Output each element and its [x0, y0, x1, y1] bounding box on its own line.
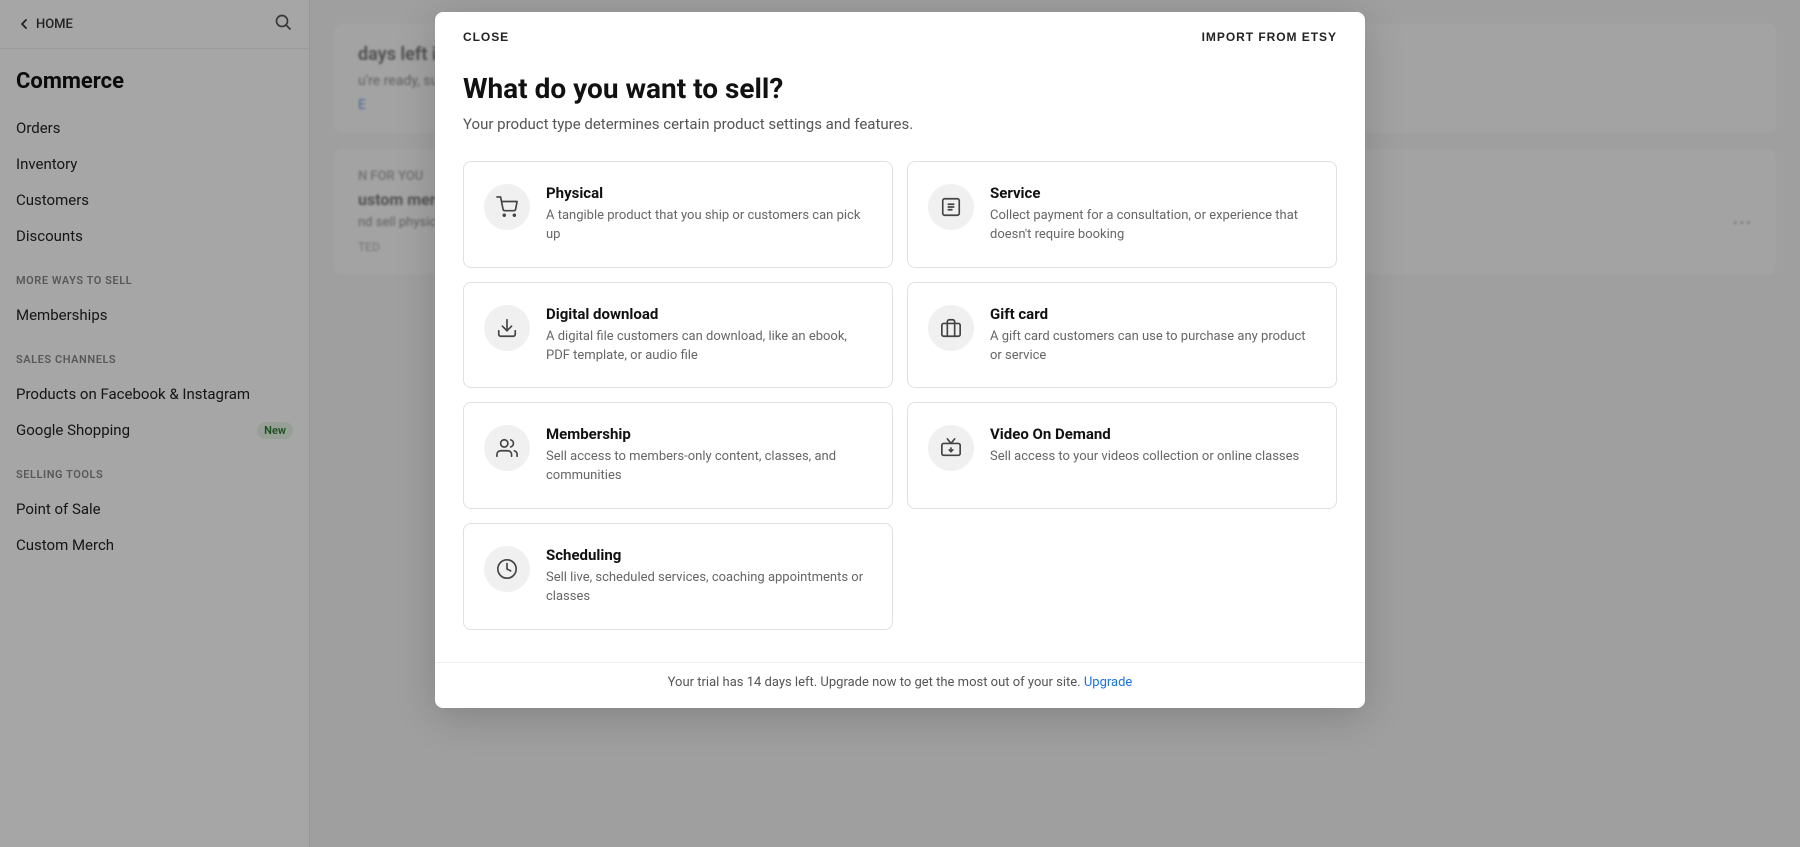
- upgrade-link[interactable]: Upgrade: [1084, 675, 1132, 690]
- gift-card-title: Gift card: [990, 305, 1316, 323]
- membership-title: Membership: [546, 425, 872, 443]
- product-card-digital[interactable]: Digital download A digital file customer…: [463, 282, 893, 389]
- scheduling-title: Scheduling: [546, 546, 872, 564]
- digital-title: Digital download: [546, 305, 872, 323]
- service-icon: [928, 184, 974, 230]
- product-card-scheduling[interactable]: Scheduling Sell live, scheduled services…: [463, 523, 893, 630]
- membership-icon: [484, 425, 530, 471]
- scheduling-text: Scheduling Sell live, scheduled services…: [546, 546, 872, 607]
- scheduling-desc: Sell live, scheduled services, coaching …: [546, 569, 872, 607]
- gift-card-text: Gift card A gift card customers can use …: [990, 305, 1316, 366]
- modal-overlay: CLOSE IMPORT FROM ETSY What do you want …: [0, 0, 1800, 847]
- product-card-service[interactable]: Service Collect payment for a consultati…: [907, 161, 1337, 268]
- physical-desc: A tangible product that you ship or cust…: [546, 207, 872, 245]
- modal-footer: Your trial has 14 days left. Upgrade now…: [435, 662, 1365, 708]
- vod-icon: [928, 425, 974, 471]
- gift-card-icon: [928, 305, 974, 351]
- digital-desc: A digital file customers can download, l…: [546, 328, 872, 366]
- service-title: Service: [990, 184, 1316, 202]
- import-etsy-button[interactable]: IMPORT FROM ETSY: [1202, 30, 1337, 44]
- digital-text: Digital download A digital file customer…: [546, 305, 872, 366]
- modal-subtitle: Your product type determines certain pro…: [463, 115, 1337, 133]
- physical-text: Physical A tangible product that you shi…: [546, 184, 872, 245]
- modal-header: CLOSE IMPORT FROM ETSY: [435, 12, 1365, 44]
- membership-text: Membership Sell access to members-only c…: [546, 425, 872, 486]
- service-desc: Collect payment for a consultation, or e…: [990, 207, 1316, 245]
- product-card-physical[interactable]: Physical A tangible product that you shi…: [463, 161, 893, 268]
- vod-text: Video On Demand Sell access to your vide…: [990, 425, 1299, 467]
- service-text: Service Collect payment for a consultati…: [990, 184, 1316, 245]
- modal-title: What do you want to sell?: [463, 72, 1337, 105]
- product-type-grid: Physical A tangible product that you shi…: [463, 161, 1337, 630]
- product-card-vod[interactable]: Video On Demand Sell access to your vide…: [907, 402, 1337, 509]
- membership-desc: Sell access to members-only content, cla…: [546, 448, 872, 486]
- physical-icon: [484, 184, 530, 230]
- footer-text: Your trial has 14 days left. Upgrade now…: [668, 675, 1081, 690]
- gift-card-desc: A gift card customers can use to purchas…: [990, 328, 1316, 366]
- close-button[interactable]: CLOSE: [463, 30, 509, 44]
- product-card-gift-card[interactable]: Gift card A gift card customers can use …: [907, 282, 1337, 389]
- modal-body: What do you want to sell? Your product t…: [435, 44, 1365, 662]
- vod-desc: Sell access to your videos collection or…: [990, 448, 1299, 467]
- scheduling-icon: [484, 546, 530, 592]
- product-card-membership[interactable]: Membership Sell access to members-only c…: [463, 402, 893, 509]
- physical-title: Physical: [546, 184, 872, 202]
- vod-title: Video On Demand: [990, 425, 1299, 443]
- digital-icon: [484, 305, 530, 351]
- modal: CLOSE IMPORT FROM ETSY What do you want …: [435, 12, 1365, 708]
